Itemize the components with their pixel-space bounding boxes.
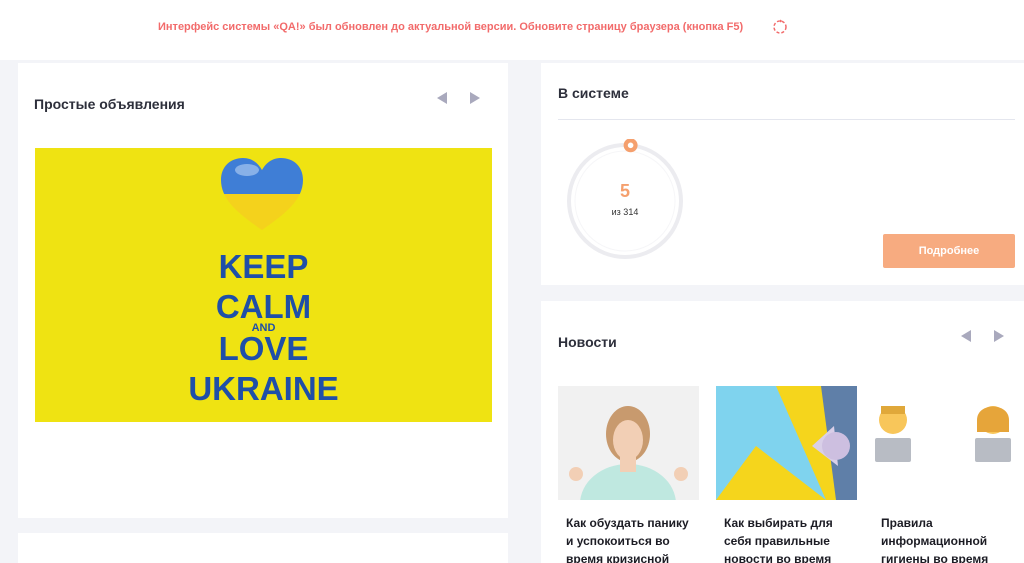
- online-total: из 314: [611, 207, 639, 217]
- news-item[interactable]: Правила информационной гигиены во время: [873, 386, 1024, 563]
- ads-title: Простые объявления: [34, 96, 185, 112]
- news-prev-arrow-icon[interactable]: [959, 329, 973, 343]
- news-item[interactable]: Как выбирать для себя правильные новости…: [716, 386, 857, 563]
- reload-icon[interactable]: [772, 19, 788, 35]
- ads-card: Простые объявления KEEP CALM AND LOVE UK…: [18, 63, 508, 518]
- news-item[interactable]: Как обуздать панику и успокоиться во вре…: [558, 386, 699, 563]
- banner-line-keep: KEEP: [218, 248, 309, 285]
- ukraine-banner[interactable]: KEEP CALM AND LOVE UKRAINE: [35, 148, 492, 422]
- divider: [558, 119, 1015, 120]
- banner-line-love: LOVE: [218, 330, 309, 367]
- news-item-title[interactable]: Как выбирать для себя правильные новости…: [716, 514, 857, 563]
- news-image-meditation[interactable]: [558, 386, 699, 500]
- secondary-card: [18, 533, 508, 563]
- heart-icon: [221, 158, 303, 230]
- ads-next-arrow-icon[interactable]: [468, 91, 482, 105]
- banner-line-ukraine: UKRAINE: [188, 370, 339, 407]
- online-card: В системе 5 из 314 Подробнее: [541, 63, 1024, 285]
- online-title: В системе: [558, 85, 629, 101]
- ads-prev-arrow-icon[interactable]: [435, 91, 449, 105]
- online-count: 5: [619, 181, 630, 201]
- news-image-laptops[interactable]: [873, 386, 1024, 500]
- news-item-title[interactable]: Как обуздать панику и успокоиться во вре…: [558, 514, 699, 563]
- notification-bar: Интерфейс системы «QA!» был обновлен до …: [0, 0, 1024, 60]
- banner-line-calm: CALM: [215, 288, 312, 325]
- news-image-megaphone[interactable]: [716, 386, 857, 500]
- news-card: Новости Как обуздать панику и успокоитьс…: [541, 301, 1024, 563]
- news-title: Новости: [558, 334, 617, 350]
- update-notice: Интерфейс системы «QA!» был обновлен до …: [158, 21, 744, 33]
- news-item-title[interactable]: Правила информационной гигиены во время: [873, 514, 1024, 563]
- news-next-arrow-icon[interactable]: [992, 329, 1006, 343]
- more-button[interactable]: Подробнее: [883, 234, 1015, 268]
